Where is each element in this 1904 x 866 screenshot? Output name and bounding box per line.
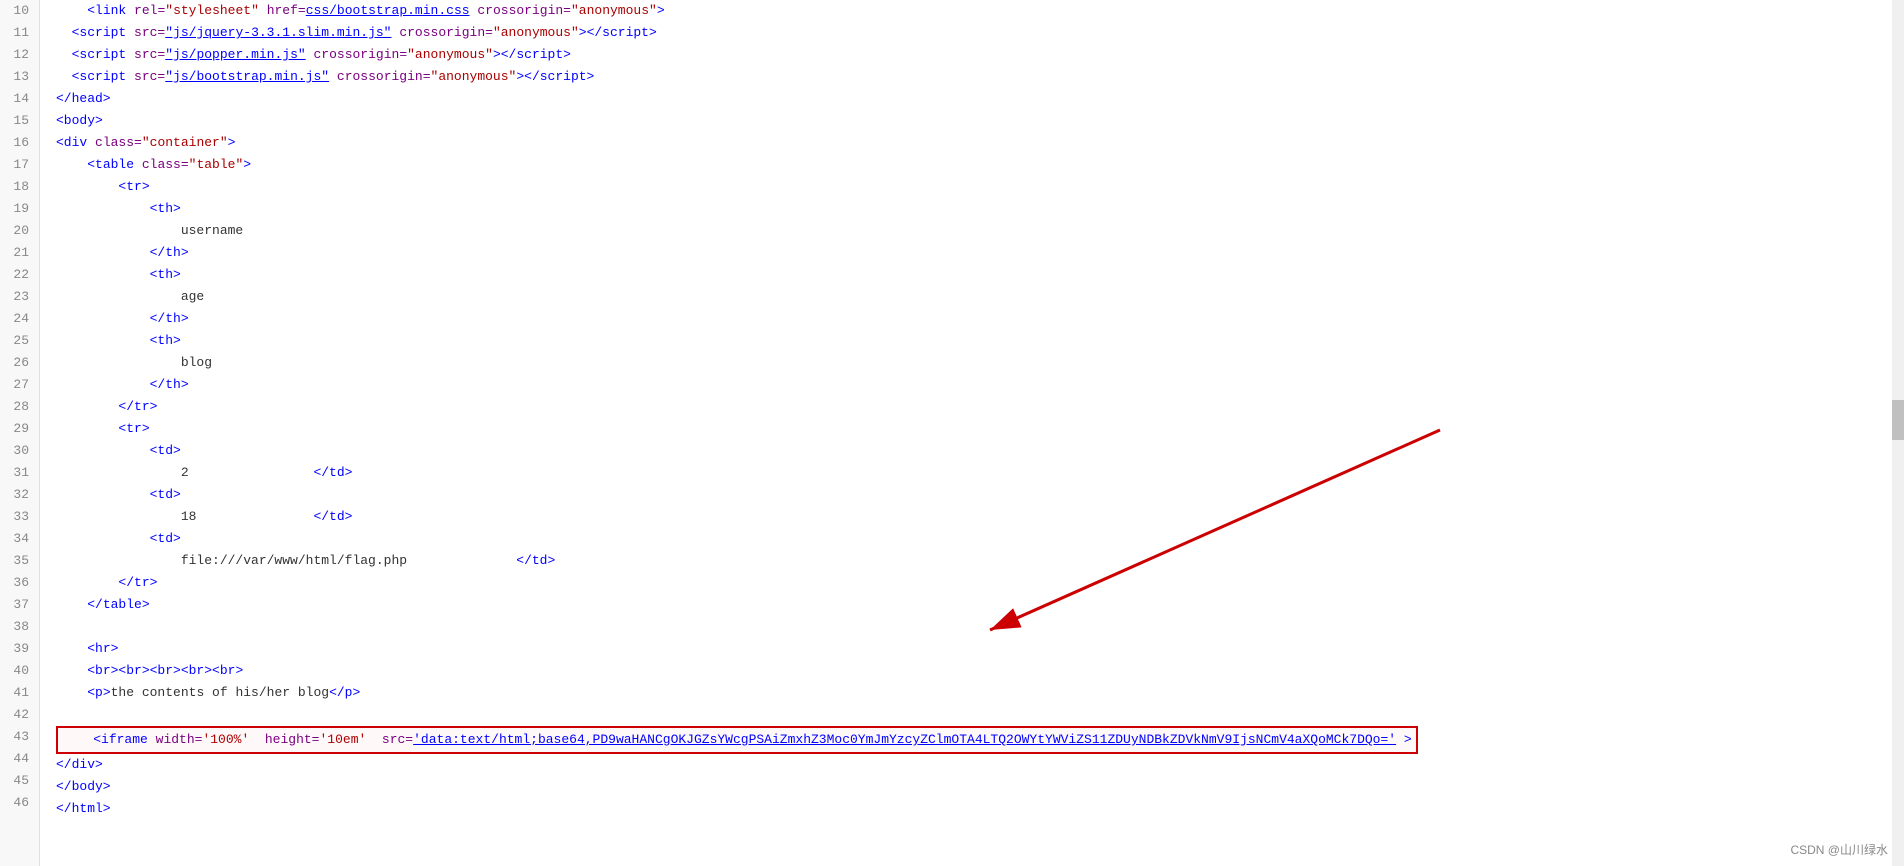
line-num: 19 [10,198,29,220]
line-num: 17 [10,154,29,176]
code-line-44: </div> [56,754,1904,776]
code-line-31: 2 </td> [56,462,1904,484]
line-num: 41 [10,682,29,704]
code-line-39: <hr> [56,638,1904,660]
line-num: 43 [10,726,29,748]
line-numbers: 10 11 12 13 14 15 16 17 18 19 20 21 22 2… [0,0,40,866]
code-line-45: </body> [56,776,1904,798]
line-num: 27 [10,374,29,396]
code-line-25: <th> [56,330,1904,352]
scrollbar-thumb[interactable] [1892,400,1904,440]
code-line-11: <script src="js/jquery-3.3.1.slim.min.js… [56,22,1904,44]
line-num: 40 [10,660,29,682]
code-line-10: <link rel="stylesheet" href=css/bootstra… [56,0,1904,22]
code-line-17: <table class="table"> [56,154,1904,176]
line-num: 18 [10,176,29,198]
line-num: 32 [10,484,29,506]
line-num: 21 [10,242,29,264]
code-line-19: <th> [56,198,1904,220]
line-num: 10 [10,0,29,22]
line-num: 24 [10,308,29,330]
code-line-23: age [56,286,1904,308]
code-line-12: <script src="js/popper.min.js" crossorig… [56,44,1904,66]
code-line-35: file:///var/www/html/flag.php </td> [56,550,1904,572]
line-num: 20 [10,220,29,242]
line-num: 42 [10,704,29,726]
code-line-20: username [56,220,1904,242]
line-num: 14 [10,88,29,110]
line-num: 26 [10,352,29,374]
code-line-22: <th> [56,264,1904,286]
line-num: 29 [10,418,29,440]
code-line-27: </th> [56,374,1904,396]
line-num: 39 [10,638,29,660]
code-line-18: <tr> [56,176,1904,198]
line-num: 16 [10,132,29,154]
line-num: 31 [10,462,29,484]
code-line-26: blog [56,352,1904,374]
code-line-37: </table> [56,594,1904,616]
code-line-30: <td> [56,440,1904,462]
code-viewer: 10 11 12 13 14 15 16 17 18 19 20 21 22 2… [0,0,1904,866]
line-num: 25 [10,330,29,352]
line-num: 36 [10,572,29,594]
code-line-33: 18 </td> [56,506,1904,528]
code-line-13: <script src="js/bootstrap.min.js" crosso… [56,66,1904,88]
line-num: 23 [10,286,29,308]
scrollbar[interactable] [1892,0,1904,866]
code-line-16: <div class="container"> [56,132,1904,154]
line-num: 45 [10,770,29,792]
code-content: <link rel="stylesheet" href=css/bootstra… [40,0,1904,866]
code-line-24: </th> [56,308,1904,330]
code-line-28: </tr> [56,396,1904,418]
line-num: 44 [10,748,29,770]
code-line-32: <td> [56,484,1904,506]
code-line-14: </head> [56,88,1904,110]
code-line-34: <td> [56,528,1904,550]
line-num: 22 [10,264,29,286]
code-line-15: <body> [56,110,1904,132]
code-line-38 [56,616,1904,638]
line-num: 11 [10,22,29,44]
code-line-40: <br><br><br><br><br> [56,660,1904,682]
line-num: 34 [10,528,29,550]
line-num: 33 [10,506,29,528]
code-line-36: </tr> [56,572,1904,594]
line-num: 37 [10,594,29,616]
line-num: 12 [10,44,29,66]
line-num: 46 [10,792,29,814]
code-line-43: <iframe width='100%' height='10em' src='… [56,726,1418,754]
code-line-29: <tr> [56,418,1904,440]
watermark: CSDN @山川绿水 [1790,841,1888,858]
line-num: 13 [10,66,29,88]
code-line-43-wrapper: <iframe width='100%' height='10em' src='… [56,726,1904,754]
code-line-42 [56,704,1904,726]
line-num: 30 [10,440,29,462]
line-num: 35 [10,550,29,572]
code-line-21: </th> [56,242,1904,264]
code-line-41: <p>the contents of his/her blog</p> [56,682,1904,704]
code-line-46: </html> [56,798,1904,820]
line-num: 15 [10,110,29,132]
line-num: 38 [10,616,29,638]
line-num: 28 [10,396,29,418]
